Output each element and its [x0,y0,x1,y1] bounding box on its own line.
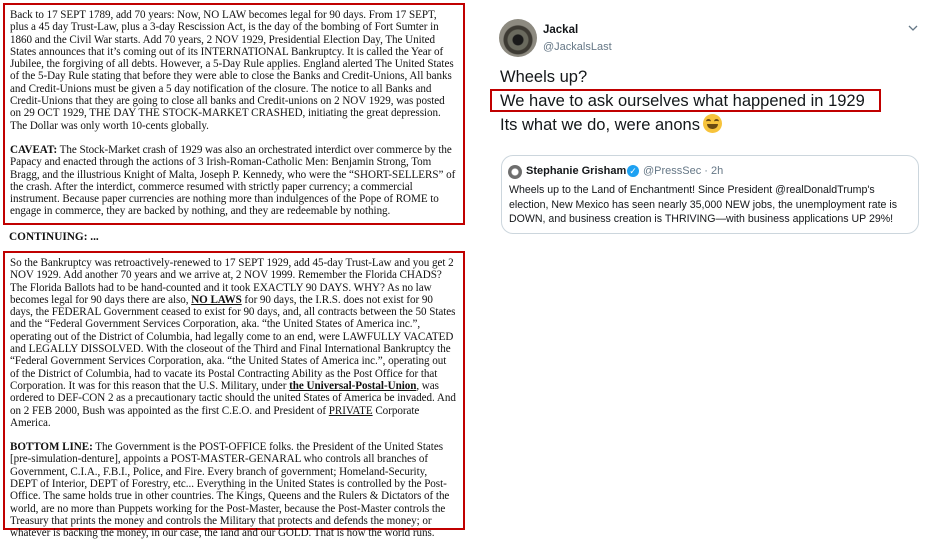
continuing-label: CONTINUING: ... [9,231,99,243]
doc-caveat-paragraph: CAVEAT: The Stock-Market crash of 1929 w… [10,144,457,218]
no-laws-text: NO LAWS [191,293,242,306]
document-box-bottom: So the Bankruptcy was retroactively-rene… [3,251,465,539]
verified-badge-icon: ✓ [627,165,639,177]
quote-body-text: Wheels up to the Land of Enchantment! Si… [509,184,898,225]
bottom-line-text: The Government is the POST-OFFICE folks.… [10,441,450,540]
caveat-text: The Stock-Market crash of 1929 was also … [10,143,456,218]
tweet-text-line-2: We have to ask ourselves what happened i… [500,92,865,110]
tweet-text-line-3: Its what we do, were anons [500,114,722,135]
grinning-squinting-face-icon [702,114,722,133]
tweet-text-line-3-text: Its what we do, were anons [500,116,700,134]
document-box-top: Back to 17 SEPT 1789, add 70 years: Now,… [3,3,465,225]
caveat-label: CAVEAT: [10,143,58,156]
avatar[interactable] [499,19,537,57]
tweet-card: Jackal @JackalsLast Wheels up? We have t… [490,14,922,244]
universal-postal-union-text: the Universal-Postal-Union [289,379,417,392]
quoted-tweet[interactable]: Stephanie Grisham ✓ @PressSec · 2h Wheel… [501,155,919,234]
private-text: PRIVATE [328,404,373,417]
bankruptcy-text-b: for 90 days, the I.R.S. does not exist f… [10,293,456,392]
tweet-author-handle[interactable]: @JackalsLast [543,41,612,53]
quote-author-handle: @PressSec · 2h [643,165,724,177]
chevron-down-icon[interactable] [908,23,918,33]
quote-avatar [508,165,522,179]
doc-paragraph-bankruptcy: So the Bankruptcy was retroactively-rene… [10,257,457,429]
bottom-line-label: BOTTOM LINE: [10,441,93,454]
tweet-text-line-1: Wheels up? [500,68,588,86]
quote-author-name: Stephanie Grisham [526,165,627,177]
doc-bottom-line-paragraph: BOTTOM LINE: The Government is the POST-… [10,441,457,539]
doc-paragraph-1: Back to 17 SEPT 1789, add 70 years: Now,… [10,9,454,132]
tweet-author-name[interactable]: Jackal [543,24,578,36]
